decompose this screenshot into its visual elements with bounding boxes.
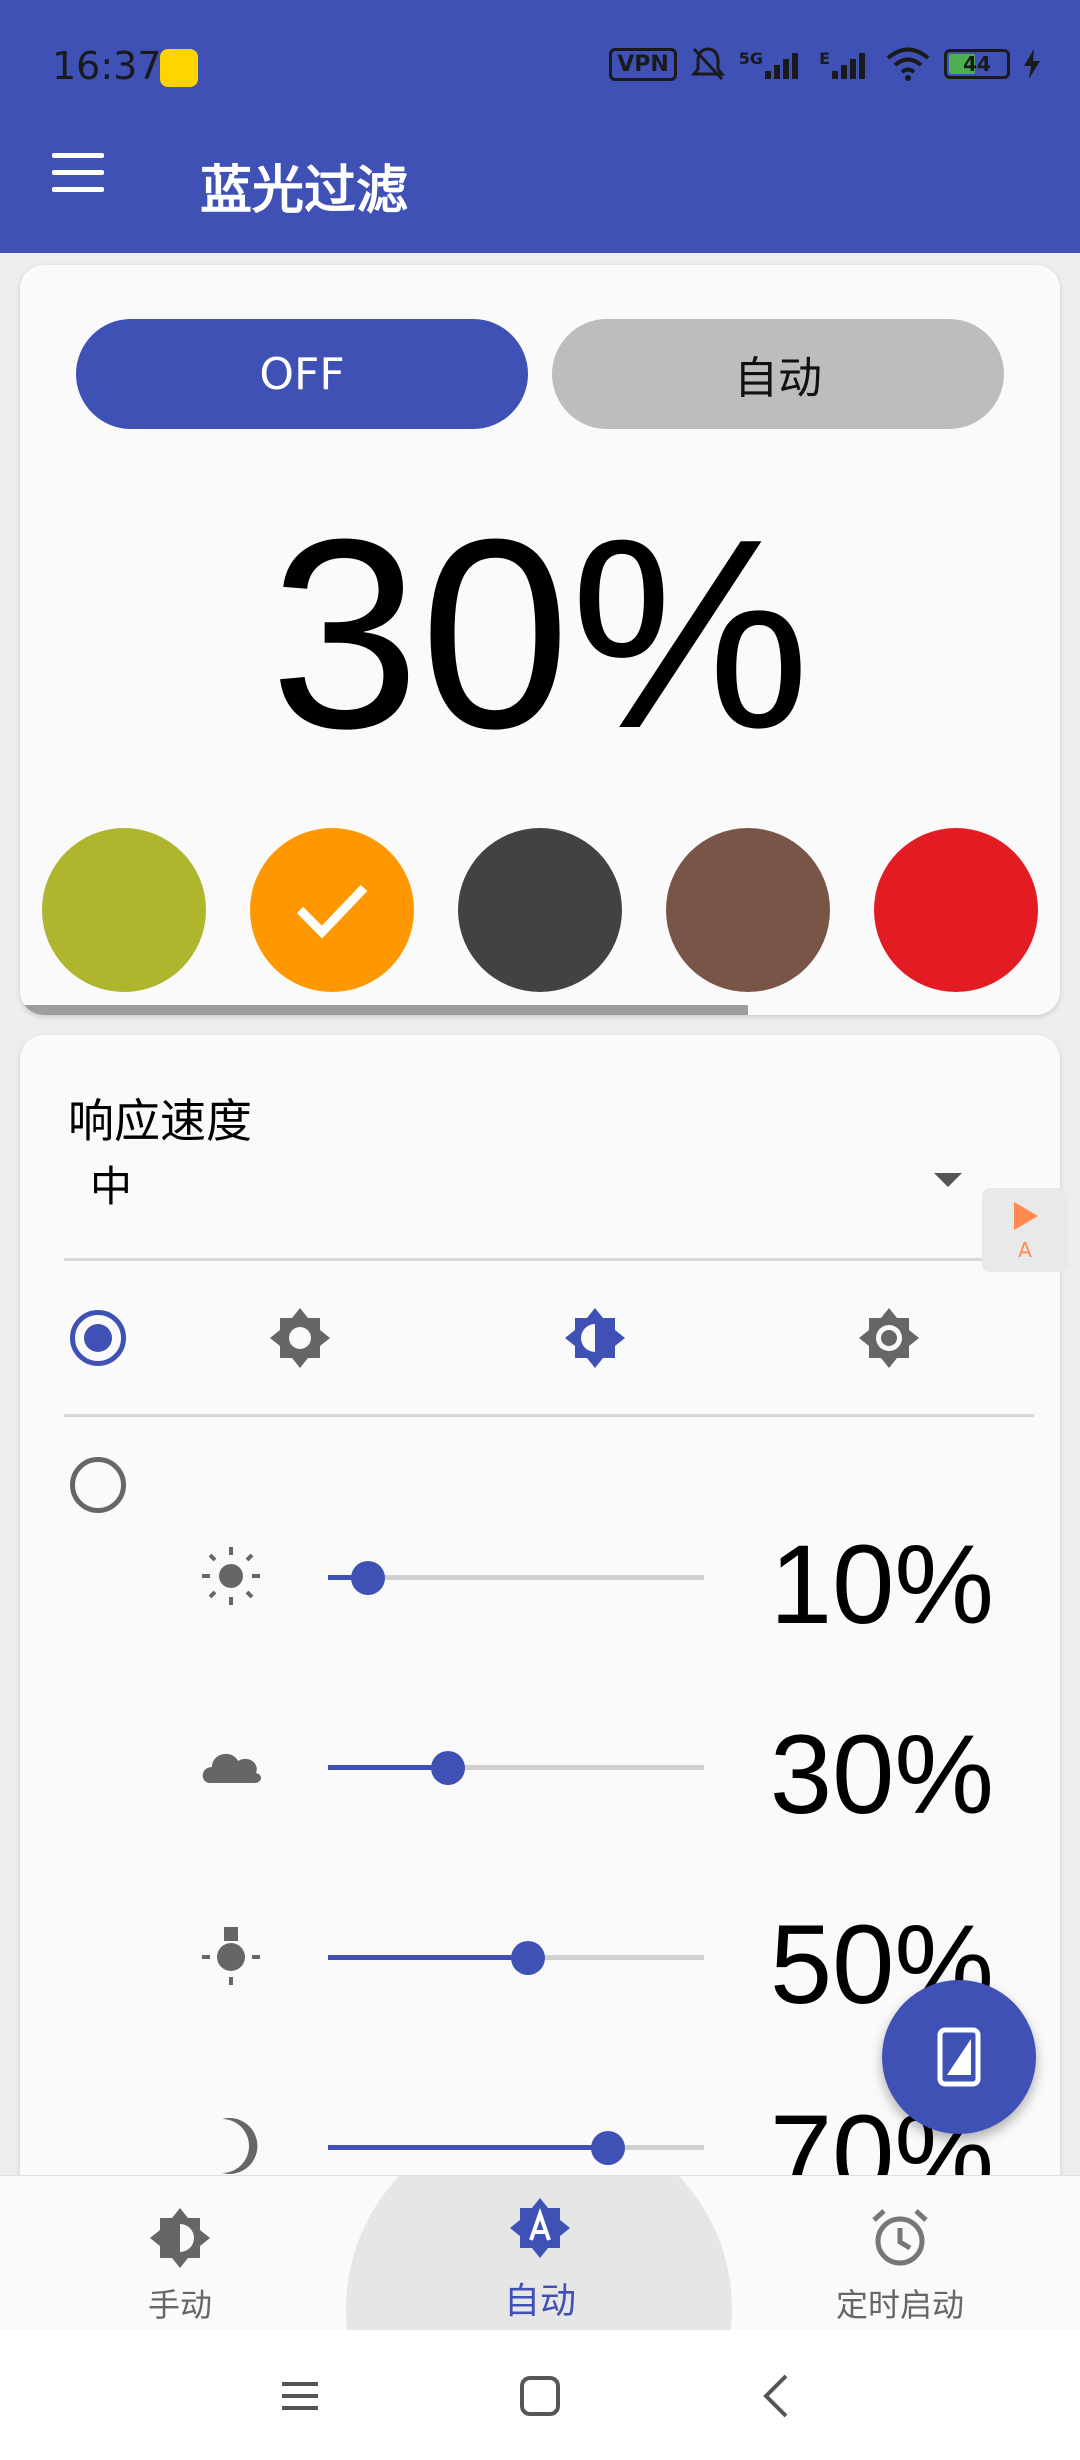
- status-time: 16:37: [52, 44, 162, 88]
- brightness-value: 10%: [769, 1522, 994, 1647]
- nav-manual[interactable]: 手动: [0, 2176, 360, 2330]
- brightness-value: 30%: [769, 1712, 994, 1837]
- brightness-low-icon[interactable]: [268, 1306, 332, 1370]
- charging-icon: [1024, 49, 1040, 79]
- divider: [64, 1414, 1034, 1417]
- color-swatch[interactable]: [874, 828, 1038, 992]
- brightness-auto-a-icon: [510, 2198, 570, 2258]
- brightness-auto-icon[interactable]: [563, 1306, 627, 1370]
- vpn-icon: VPN: [609, 47, 677, 81]
- battery-level: 44: [963, 52, 991, 76]
- bottom-navigation: 手动 自动 定时启动: [0, 2175, 1080, 2330]
- status-icons: VPN 5G E 44: [609, 46, 1040, 82]
- filter-card: OFF 自动 30%: [20, 265, 1060, 1015]
- wifi-icon: [886, 47, 930, 81]
- brightness-slider[interactable]: [328, 1747, 704, 1787]
- brightness-slider[interactable]: [328, 1557, 704, 1597]
- sun-icon: [202, 1547, 260, 1605]
- slider-thumb[interactable]: [431, 1751, 465, 1785]
- slider-thumb[interactable]: [511, 1941, 545, 1975]
- slider-thumb[interactable]: [591, 2131, 625, 2165]
- color-swatch[interactable]: [458, 828, 622, 992]
- moon-icon: [222, 2118, 258, 2174]
- alarm-clock-icon: [872, 2209, 928, 2266]
- mode-radio-unselected[interactable]: [70, 1457, 126, 1513]
- play-icon: [1014, 1202, 1038, 1230]
- brightness-high-icon[interactable]: [857, 1306, 921, 1370]
- side-handle-label: A: [1018, 1238, 1032, 1262]
- speed-dropdown[interactable]: 中: [90, 1153, 132, 1214]
- battery-icon: 44: [944, 49, 1010, 79]
- floating-side-handle[interactable]: A: [982, 1188, 1068, 1272]
- intensity-value: 30%: [269, 484, 811, 785]
- scroll-indicator: [20, 1005, 1060, 1015]
- off-button[interactable]: OFF: [76, 319, 528, 429]
- page-title: 蓝光过滤: [200, 161, 409, 221]
- color-swatch[interactable]: [42, 828, 206, 992]
- menu-icon[interactable]: [52, 153, 104, 193]
- cloud-icon: [202, 1753, 262, 1783]
- bell-off-icon: [690, 47, 725, 81]
- divider: [64, 1258, 1034, 1261]
- signal-bars-icon: [832, 53, 865, 79]
- brightness-slider[interactable]: [328, 2127, 704, 2167]
- color-swatch[interactable]: [666, 828, 830, 992]
- bulb-icon: [202, 1927, 260, 1985]
- auto-button[interactable]: 自动: [552, 319, 1004, 429]
- nav-auto[interactable]: 自动: [360, 2176, 720, 2330]
- dropdown-arrow-icon[interactable]: [934, 1173, 962, 1187]
- home-icon[interactable]: [510, 2366, 570, 2426]
- screen-filter-fab[interactable]: [882, 1980, 1036, 2134]
- signal-e-icon: E: [819, 49, 872, 79]
- signal-bars-icon: [765, 53, 799, 79]
- speed-label: 响应速度: [68, 1094, 252, 1148]
- nav-auto-label: 自动: [503, 2281, 576, 2322]
- phone-filter-icon: [937, 2027, 981, 2087]
- color-swatch[interactable]: [250, 828, 414, 992]
- back-icon[interactable]: [748, 2366, 808, 2426]
- signal-5g-icon: 5G: [739, 49, 805, 79]
- brightness-slider[interactable]: [328, 1937, 704, 1977]
- mode-radio-selected[interactable]: [70, 1310, 126, 1366]
- brightness-manual-icon: [150, 2208, 210, 2268]
- nav-schedule[interactable]: 定时启动: [720, 2176, 1080, 2330]
- slider-thumb[interactable]: [351, 1561, 385, 1595]
- notification-app-icon: [160, 49, 198, 87]
- app-bar: 16:37 VPN 5G E 44 蓝光过滤: [0, 0, 1080, 253]
- nav-schedule-label: 定时启动: [835, 2286, 964, 2324]
- check-icon: [296, 884, 368, 939]
- system-navigation: [0, 2330, 1080, 2460]
- recents-menu-icon[interactable]: [270, 2366, 330, 2426]
- nav-manual-label: 手动: [147, 2286, 212, 2324]
